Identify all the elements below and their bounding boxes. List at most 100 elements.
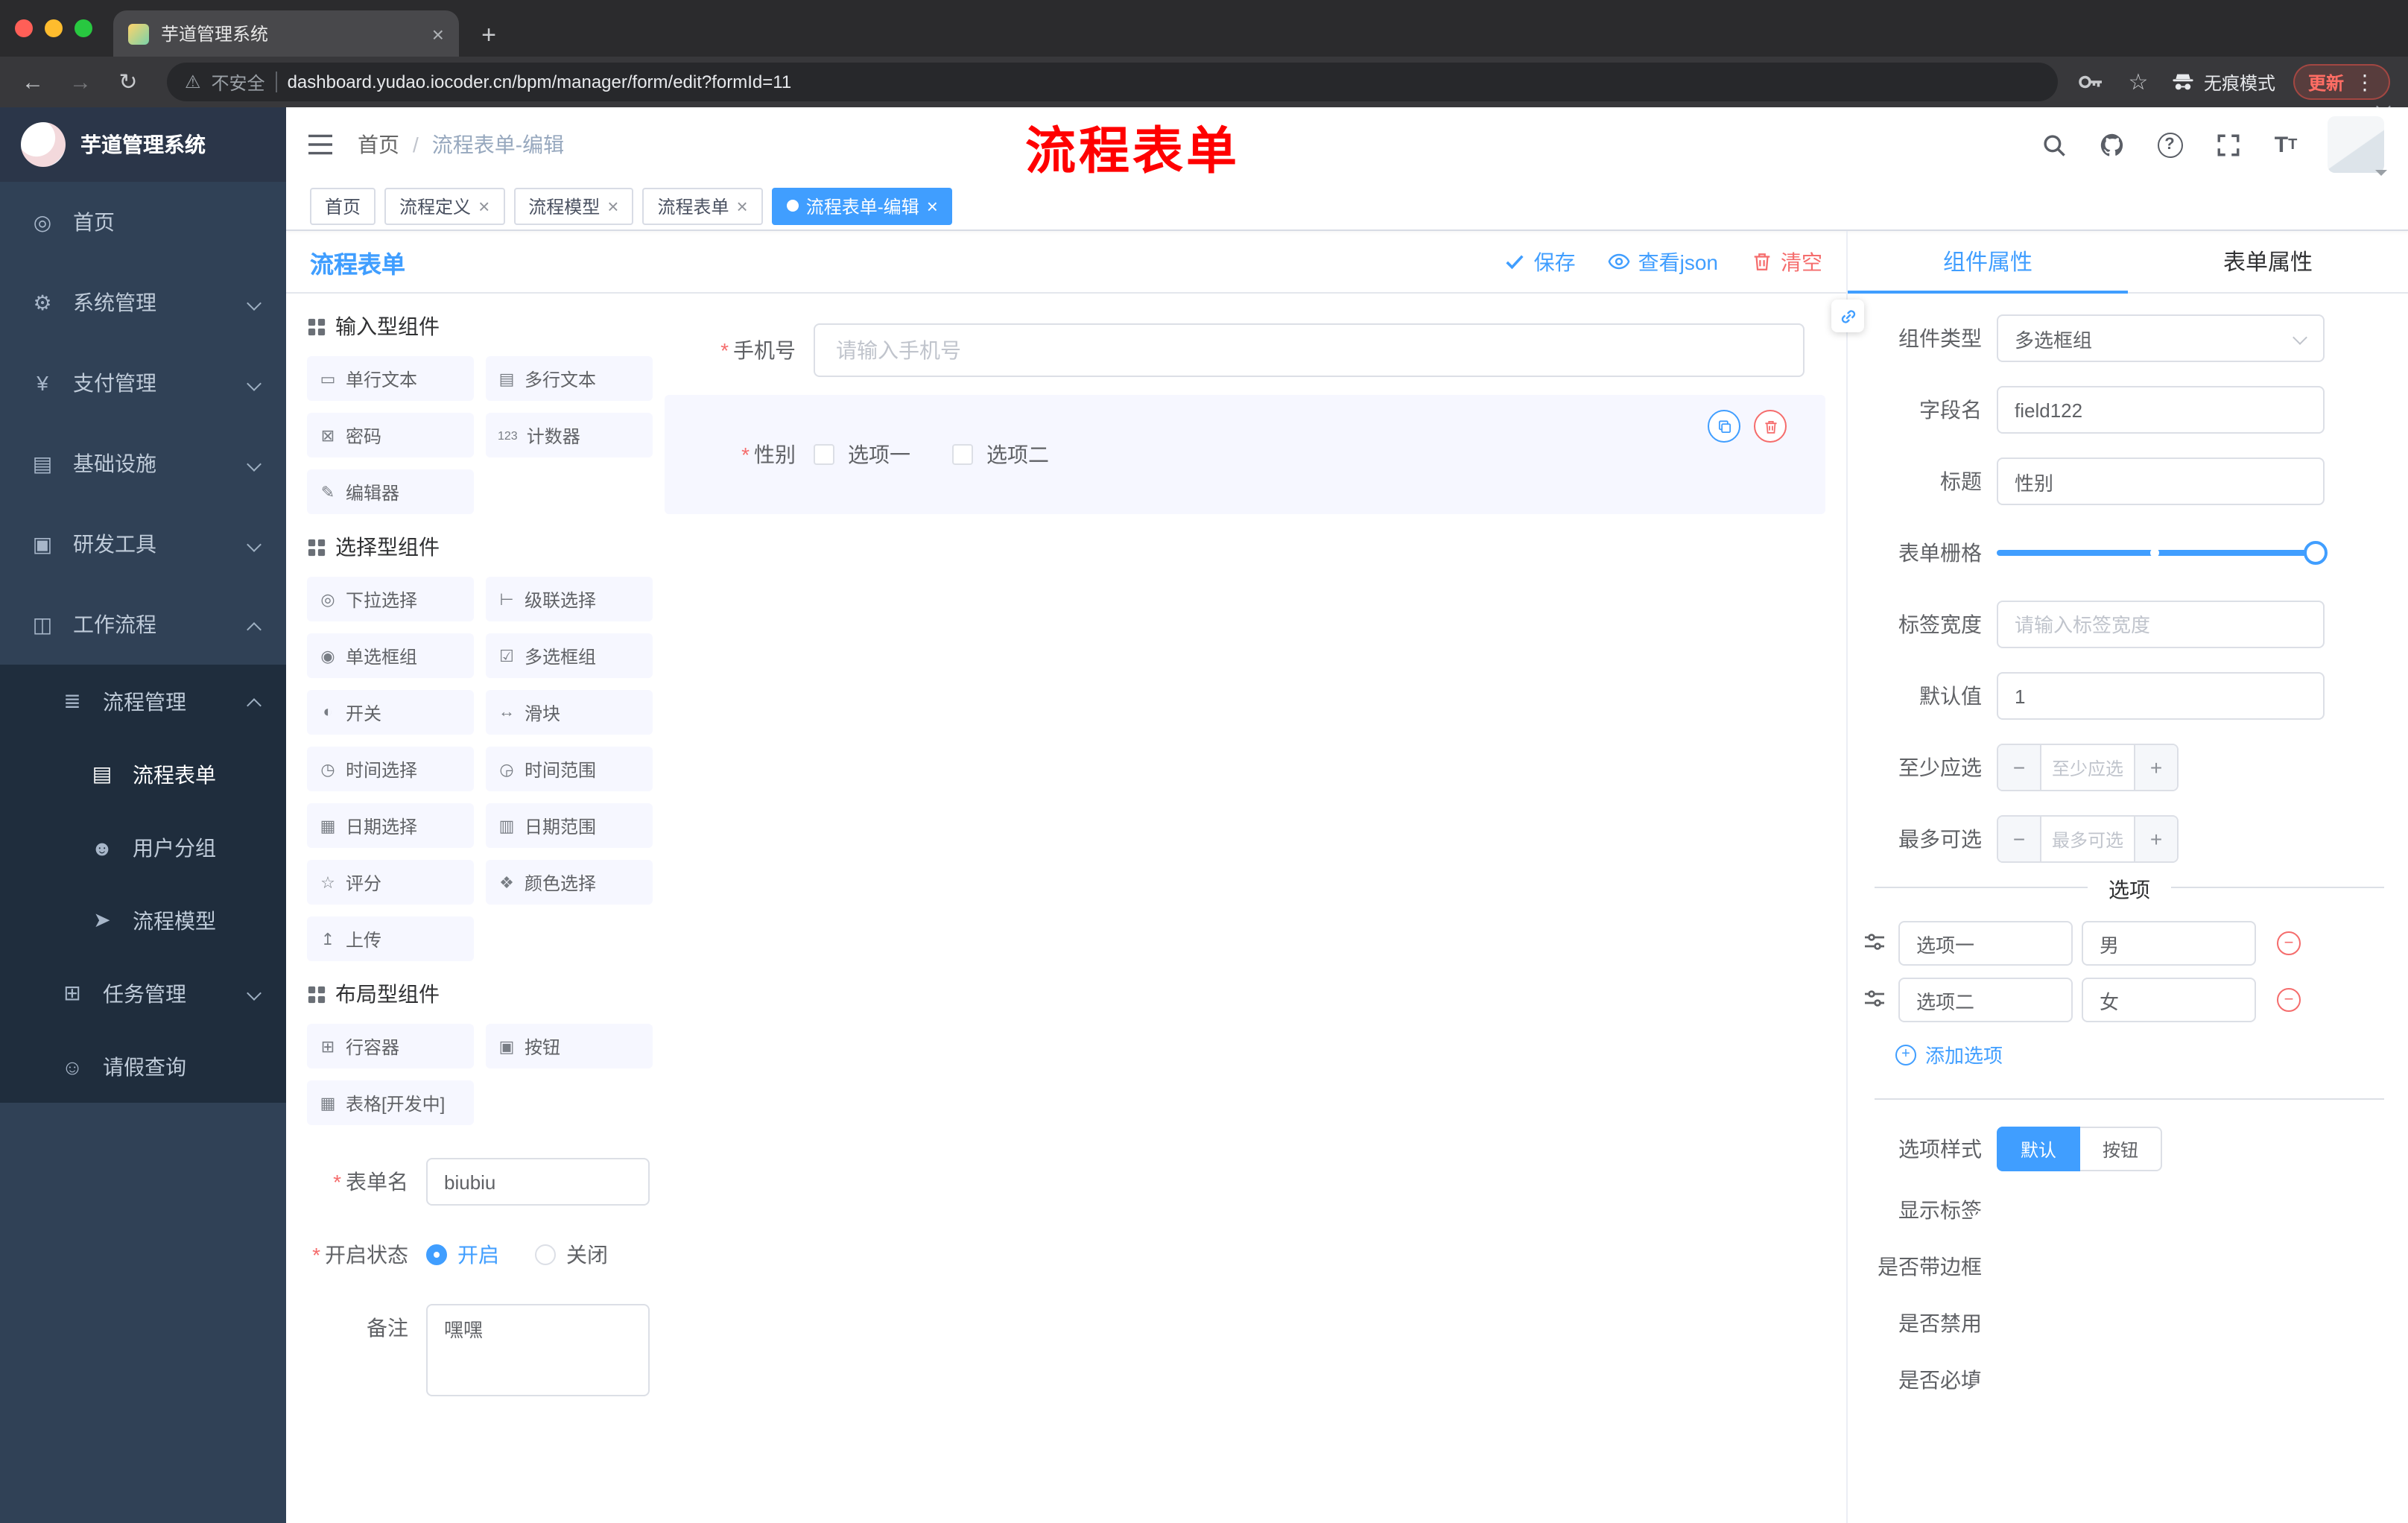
tag-process-model[interactable]: 流程模型	[513, 187, 634, 224]
option-value-input[interactable]	[2082, 921, 2256, 966]
tag-close-icon[interactable]	[607, 194, 618, 217]
title-input[interactable]	[1997, 457, 2325, 505]
min-select-value[interactable]: 至少应选	[2041, 745, 2134, 790]
palette-item-upload[interactable]: ↥ 上传	[307, 916, 474, 961]
browser-tab[interactable]: 芋道管理系统	[113, 10, 459, 57]
palette-item-date-range[interactable]: ▥ 日期范围	[486, 803, 653, 848]
palette-item-radio-group[interactable]: ◉ 单选框组	[307, 633, 474, 678]
option-name-input[interactable]	[1898, 921, 2073, 966]
style-button-button[interactable]: 按钮	[2080, 1127, 2163, 1171]
palette-item-password[interactable]: ⊠ 密码	[307, 413, 474, 457]
drag-handle-icon[interactable]	[1863, 930, 1889, 957]
link-icon[interactable]	[1831, 300, 1864, 332]
grid-slider[interactable]	[1997, 529, 2328, 577]
tag-close-icon[interactable]	[478, 194, 489, 217]
palette-item-button[interactable]: ▣ 按钮	[486, 1024, 653, 1068]
option-name-input[interactable]	[1898, 978, 2073, 1022]
style-default-button[interactable]: 默认	[1997, 1127, 2081, 1171]
breadcrumb-home[interactable]: 首页	[358, 130, 399, 159]
gender-option1-checkbox[interactable]: 选项一	[814, 440, 910, 469]
increase-button[interactable]	[2134, 745, 2177, 790]
new-tab-button[interactable]	[468, 15, 510, 57]
status-off-radio[interactable]: 关闭	[535, 1240, 608, 1270]
drag-handle-icon[interactable]	[1863, 987, 1889, 1013]
label-width-input[interactable]	[1997, 601, 2325, 648]
palette-item-time-picker[interactable]: ◷ 时间选择	[307, 747, 474, 791]
form-remark-textarea[interactable]: 嘿嘿	[426, 1304, 650, 1396]
sidebar-item-user-group[interactable]: ☻ 用户分组	[0, 811, 286, 884]
phone-input[interactable]: 请输入手机号	[814, 323, 1805, 377]
form-canvas[interactable]: 手机号 请输入手机号	[662, 294, 1846, 1523]
update-browser-button[interactable]: 更新	[2293, 64, 2390, 100]
search-icon[interactable]	[2037, 128, 2070, 161]
copy-field-button[interactable]	[1708, 410, 1740, 443]
component-type-select[interactable]: 多选框组	[1997, 314, 2325, 362]
increase-button[interactable]	[2134, 817, 2177, 861]
palette-item-rate[interactable]: ☆ 评分	[307, 860, 474, 905]
sidebar-item-system[interactable]: ⚙ 系统管理	[0, 262, 286, 343]
avatar[interactable]	[2328, 116, 2387, 176]
palette-item-date-picker[interactable]: ▦ 日期选择	[307, 803, 474, 848]
address-bar[interactable]: 不安全 dashboard.yudao.iocoder.cn/bpm/manag…	[167, 63, 2058, 101]
status-on-radio[interactable]: 开启	[426, 1240, 499, 1270]
sidebar-item-task-mgmt[interactable]: ⊞ 任务管理	[0, 957, 286, 1030]
sidebar-item-process-model[interactable]: ➤ 流程模型	[0, 884, 286, 957]
palette-item-row-container[interactable]: ⊞ 行容器	[307, 1024, 474, 1068]
palette-item-counter[interactable]: 123 计数器	[486, 413, 653, 457]
app-logo[interactable]: 芋道管理系统	[0, 107, 286, 182]
remove-option-button[interactable]	[2277, 931, 2301, 955]
option-value-input[interactable]	[2082, 978, 2256, 1022]
gender-option2-checkbox[interactable]: 选项二	[952, 440, 1049, 469]
sidebar-item-leave-query[interactable]: ☺ 请假查询	[0, 1030, 286, 1103]
sidebar-item-payment[interactable]: ¥ 支付管理	[0, 343, 286, 423]
tab-form-props[interactable]: 表单属性	[2128, 231, 2408, 292]
tab-component-props[interactable]: 组件属性	[1848, 231, 2128, 294]
palette-item-single-text[interactable]: ▭ 单行文本	[307, 356, 474, 401]
maximize-window-icon[interactable]	[75, 19, 92, 37]
tag-process-form[interactable]: 流程表单	[642, 187, 763, 224]
form-name-input[interactable]	[426, 1158, 650, 1206]
tab-close-icon[interactable]	[432, 22, 444, 45]
save-button[interactable]: 保存	[1504, 247, 1576, 276]
browser-menu-icon[interactable]	[2354, 69, 2375, 95]
palette-item-slider[interactable]: ↔ 滑块	[486, 690, 653, 735]
add-option-button[interactable]: 添加选项	[1895, 1040, 2408, 1068]
password-key-icon[interactable]	[2076, 67, 2106, 97]
reload-button[interactable]	[107, 61, 149, 103]
palette-item-checkbox-group[interactable]: ☑ 多选框组	[486, 633, 653, 678]
tag-process-definition[interactable]: 流程定义	[384, 187, 505, 224]
fullscreen-icon[interactable]	[2211, 128, 2244, 161]
palette-item-multi-text[interactable]: ▤ 多行文本	[486, 356, 653, 401]
tag-home[interactable]: 首页	[310, 187, 376, 224]
sidebar-item-home[interactable]: ◎ 首页	[0, 182, 286, 262]
palette-item-color-picker[interactable]: ❖ 颜色选择	[486, 860, 653, 905]
help-icon[interactable]	[2153, 128, 2186, 161]
tag-close-icon[interactable]	[737, 194, 748, 217]
decrease-button[interactable]	[1998, 817, 2041, 861]
sidebar-item-infra[interactable]: ▤ 基础设施	[0, 423, 286, 504]
palette-item-table[interactable]: ▦ 表格[开发中]	[307, 1080, 474, 1125]
tag-close-icon[interactable]	[927, 194, 938, 217]
github-icon[interactable]	[2095, 128, 2128, 161]
palette-item-cascader[interactable]: ⊢ 级联选择	[486, 577, 653, 621]
delete-field-button[interactable]	[1754, 410, 1787, 443]
decrease-button[interactable]	[1998, 745, 2041, 790]
tag-process-form-edit[interactable]: 流程表单-编辑	[771, 187, 953, 224]
max-select-value[interactable]: 最多可选	[2041, 817, 2134, 861]
clear-button[interactable]: 清空	[1751, 247, 1822, 276]
sidebar-item-devtools[interactable]: ▣ 研发工具	[0, 504, 286, 584]
view-json-button[interactable]: 查看json	[1609, 247, 1718, 276]
canvas-field-gender[interactable]: 性别 选项一 选项二	[665, 395, 1825, 514]
palette-item-editor[interactable]: ✎ 编辑器	[307, 469, 474, 514]
canvas-field-phone[interactable]: 手机号 请输入手机号	[665, 323, 1825, 377]
font-size-icon[interactable]	[2269, 128, 2302, 161]
sidebar-fold-icon[interactable]	[307, 130, 337, 159]
close-window-icon[interactable]	[15, 19, 33, 37]
slider-handle[interactable]	[2304, 541, 2328, 565]
sidebar-item-process-form[interactable]: ▤ 流程表单	[0, 738, 286, 811]
sidebar-item-process-mgmt[interactable]: ≣ 流程管理	[0, 665, 286, 738]
forward-button[interactable]	[60, 61, 101, 103]
sidebar-item-workflow[interactable]: ◫ 工作流程	[0, 584, 286, 665]
default-value-input[interactable]	[1997, 672, 2325, 720]
palette-item-dropdown[interactable]: ◎ 下拉选择	[307, 577, 474, 621]
